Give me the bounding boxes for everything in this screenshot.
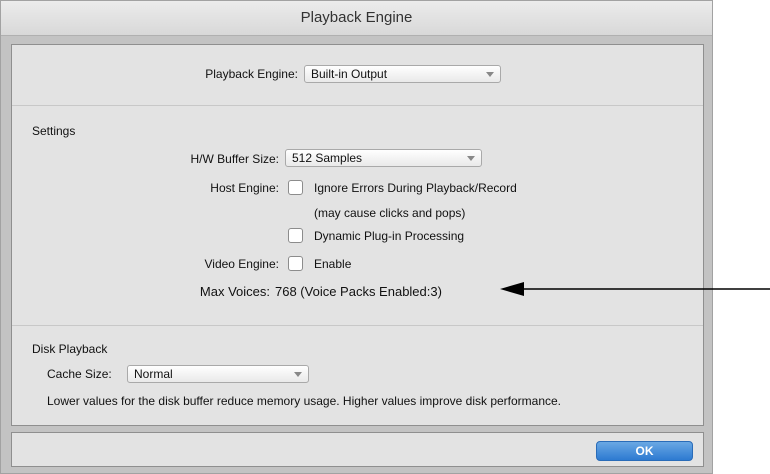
callout-arrow xyxy=(500,282,770,296)
arrow-head-icon xyxy=(500,282,524,296)
